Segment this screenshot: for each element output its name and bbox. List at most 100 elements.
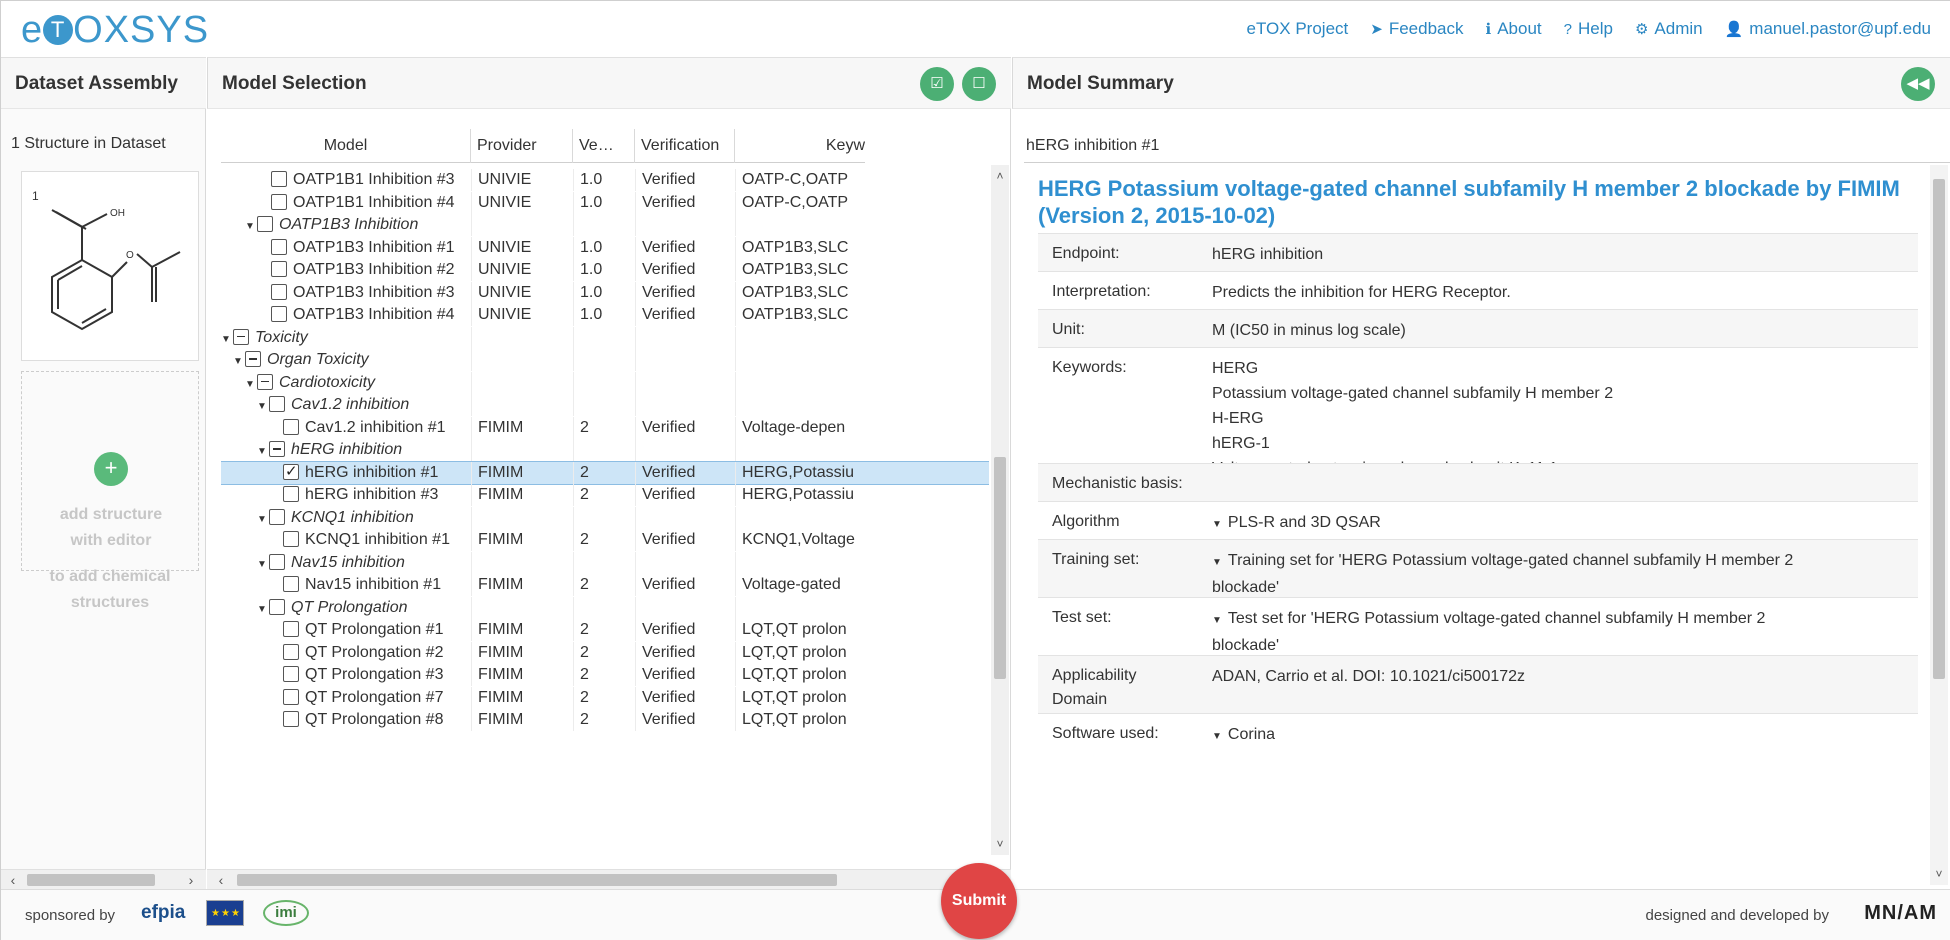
row-checkbox[interactable] <box>271 171 287 187</box>
table-row[interactable]: QT Prolongation #7 FIMIM 2 Verified LQT,QT p… <box>221 686 989 709</box>
row-checkbox[interactable] <box>233 328 249 345</box>
admin-link[interactable]: ⚙ Admin <box>1635 19 1703 39</box>
row-checkbox[interactable] <box>283 576 299 592</box>
table-row[interactable]: OATP1B3 Inhibition #3 UNIVIE 1.0 Verified OA… <box>221 281 989 304</box>
scroll-thumb[interactable] <box>237 874 837 886</box>
table-row[interactable]: KCNQ1 inhibition #1 FIMIM 2 Verified KCNQ1,V… <box>221 529 989 551</box>
table-row[interactable]: Cav1.2 inhibition #1 FIMIM 2 Verified Voltag… <box>221 416 989 439</box>
tree-group-row[interactable]: ▼ Nav15 inhibition <box>221 551 989 574</box>
tree-group-row[interactable]: ▼ QT Prolongation <box>221 596 989 619</box>
table-row[interactable]: OATP1B1 Inhibition #4 UNIVIE 1.0 Verified OA… <box>221 191 989 214</box>
expand-caret-icon[interactable]: ▼ <box>233 351 245 371</box>
table-row[interactable]: OATP1B1 Inhibition #3 UNIVIE 1.0 Verified OA… <box>221 169 989 191</box>
tree-group-row[interactable]: ▼ Cardiotoxicity <box>221 371 989 394</box>
summary-field-value[interactable]: ▼ Training set for 'HERG Potassium voltag… <box>1212 548 1882 600</box>
table-row[interactable]: OATP1B3 Inhibition #2 UNIVIE 1.0 Verified OA… <box>221 259 989 281</box>
expand-caret-icon[interactable]: ▼ <box>221 329 233 349</box>
row-checkbox[interactable] <box>269 508 285 525</box>
scroll-thumb[interactable] <box>994 457 1006 679</box>
about-link[interactable]: ℹ About <box>1486 19 1542 39</box>
row-checkbox[interactable] <box>271 238 287 255</box>
table-row[interactable]: QT Prolongation #3 FIMIM 2 Verified LQT,QT p… <box>221 664 989 686</box>
row-checkbox[interactable] <box>257 216 273 232</box>
expand-caret-icon[interactable]: ▼ <box>1212 519 1222 530</box>
add-structure-button[interactable]: + <box>94 452 128 486</box>
collapse-summary-button[interactable]: ◀◀ <box>1901 67 1935 101</box>
dataset-horizontal-scrollbar[interactable]: ‹ › <box>1 869 206 889</box>
scroll-down-icon[interactable]: ˅ <box>991 835 1009 853</box>
tree-group-row[interactable]: ▼ KCNQ1 inhibition <box>221 506 989 529</box>
expand-caret-icon[interactable]: ▼ <box>245 216 257 236</box>
select-all-button[interactable]: ☑ <box>920 67 954 101</box>
row-checkbox[interactable] <box>271 306 287 322</box>
column-header[interactable]: Provider <box>471 129 573 163</box>
summary-field-value[interactable]: ▼ PLS-R and 3D QSAR <box>1212 510 1882 537</box>
table-row[interactable]: OATP1B3 Inhibition #1 UNIVIE 1.0 Verified OA… <box>221 236 989 259</box>
model-table-vertical-scrollbar[interactable]: ˄ ˅ <box>991 165 1009 855</box>
expand-caret-icon[interactable]: ▼ <box>257 599 269 619</box>
scroll-right-icon[interactable]: › <box>181 870 201 890</box>
scroll-thumb[interactable] <box>1933 179 1945 679</box>
scroll-down-icon[interactable]: ˅ <box>1930 865 1948 883</box>
row-checkbox[interactable] <box>283 486 299 502</box>
summary-field-value[interactable]: ▼ Corina <box>1212 722 1882 749</box>
scroll-left-icon[interactable]: ‹ <box>211 870 231 890</box>
table-row[interactable]: OATP1B3 Inhibition #4 UNIVIE 1.0 Verified OA… <box>221 304 989 326</box>
table-row[interactable]: QT Prolongation #8 FIMIM 2 Verified LQT,QT p… <box>221 709 989 731</box>
etox-project-link[interactable]: eTOX Project <box>1247 19 1349 39</box>
scroll-up-icon[interactable]: ˄ <box>991 167 1009 185</box>
summary-vertical-scrollbar[interactable]: ˅ <box>1930 165 1948 885</box>
expand-caret-icon[interactable]: ▼ <box>1212 615 1222 626</box>
scroll-left-icon[interactable]: ‹ <box>3 870 23 890</box>
row-checkbox[interactable] <box>269 553 285 570</box>
column-header[interactable]: Verification <box>635 129 735 163</box>
column-header[interactable]: Ve… <box>573 129 635 163</box>
table-row[interactable]: QT Prolongation #1 FIMIM 2 Verified LQT,QT p… <box>221 619 989 641</box>
tree-group-row[interactable]: ▼ Cav1.2 inhibition <box>221 394 989 416</box>
tree-group-row[interactable]: ▼ hERG inhibition <box>221 439 989 461</box>
deselect-all-button[interactable]: ☐ <box>962 67 996 101</box>
tree-group-row[interactable]: ▼ OATP1B3 Inhibition <box>221 214 989 236</box>
table-row[interactable]: hERG inhibition #3 FIMIM 2 Verified HERG,Pot… <box>221 484 989 506</box>
row-checkbox[interactable] <box>269 396 285 412</box>
expand-caret-icon[interactable]: ▼ <box>257 554 269 574</box>
row-checkbox[interactable] <box>283 711 299 727</box>
summary-field-value[interactable]: ▼ Test set for 'HERG Potassium voltage-ga… <box>1212 606 1882 658</box>
row-checkbox[interactable] <box>283 643 299 660</box>
column-header[interactable]: Model <box>221 129 471 163</box>
row-checkbox[interactable] <box>283 462 299 483</box>
etoxsys-logo[interactable]: e T OXSYS <box>21 9 209 52</box>
tree-group-row[interactable]: ▼ Organ Toxicity <box>221 349 989 371</box>
table-row[interactable]: hERG inhibition #1 FIMIM2VerifiedHERG,Pot… <box>221 460 989 485</box>
row-checkbox[interactable] <box>257 373 273 390</box>
row-checkbox[interactable] <box>271 261 287 277</box>
expand-caret-icon[interactable]: ▼ <box>1212 731 1222 742</box>
row-checkbox[interactable] <box>283 688 299 705</box>
row-checkbox[interactable] <box>283 621 299 637</box>
scroll-thumb[interactable] <box>27 874 155 886</box>
row-checkbox[interactable] <box>245 351 261 367</box>
submit-button[interactable]: Submit <box>941 863 1017 939</box>
row-checkbox[interactable] <box>271 193 287 210</box>
model-table-horizontal-scrollbar[interactable]: ‹ <box>207 869 1011 889</box>
row-checkbox[interactable] <box>269 441 285 457</box>
table-row[interactable]: QT Prolongation #2 FIMIM 2 Verified LQT,QT p… <box>221 641 989 664</box>
table-row[interactable]: Nav15 inhibition #1 FIMIM 2 Verified Voltage… <box>221 574 989 596</box>
row-checkbox[interactable] <box>269 598 285 615</box>
tree-group-row[interactable]: ▼ Toxicity <box>221 326 989 349</box>
row-checkbox[interactable] <box>271 283 287 300</box>
structure-card[interactable]: 1 OH O <box>21 171 199 361</box>
help-link[interactable]: ? Help <box>1564 19 1613 39</box>
user-account-link[interactable]: 👤 manuel.pastor@upf.edu <box>1725 19 1931 39</box>
feedback-link[interactable]: ➤ Feedback <box>1370 19 1463 39</box>
expand-caret-icon[interactable]: ▼ <box>257 509 269 529</box>
expand-caret-icon[interactable]: ▼ <box>257 396 269 416</box>
row-checkbox[interactable] <box>283 666 299 682</box>
column-header[interactable]: Keyw <box>735 129 865 163</box>
add-structure-area[interactable]: + add structure with editor <box>21 371 199 571</box>
expand-caret-icon[interactable]: ▼ <box>257 441 269 461</box>
row-checkbox[interactable] <box>283 418 299 435</box>
expand-caret-icon[interactable]: ▼ <box>245 374 257 394</box>
expand-caret-icon[interactable]: ▼ <box>1212 557 1222 568</box>
row-checkbox[interactable] <box>283 531 299 547</box>
